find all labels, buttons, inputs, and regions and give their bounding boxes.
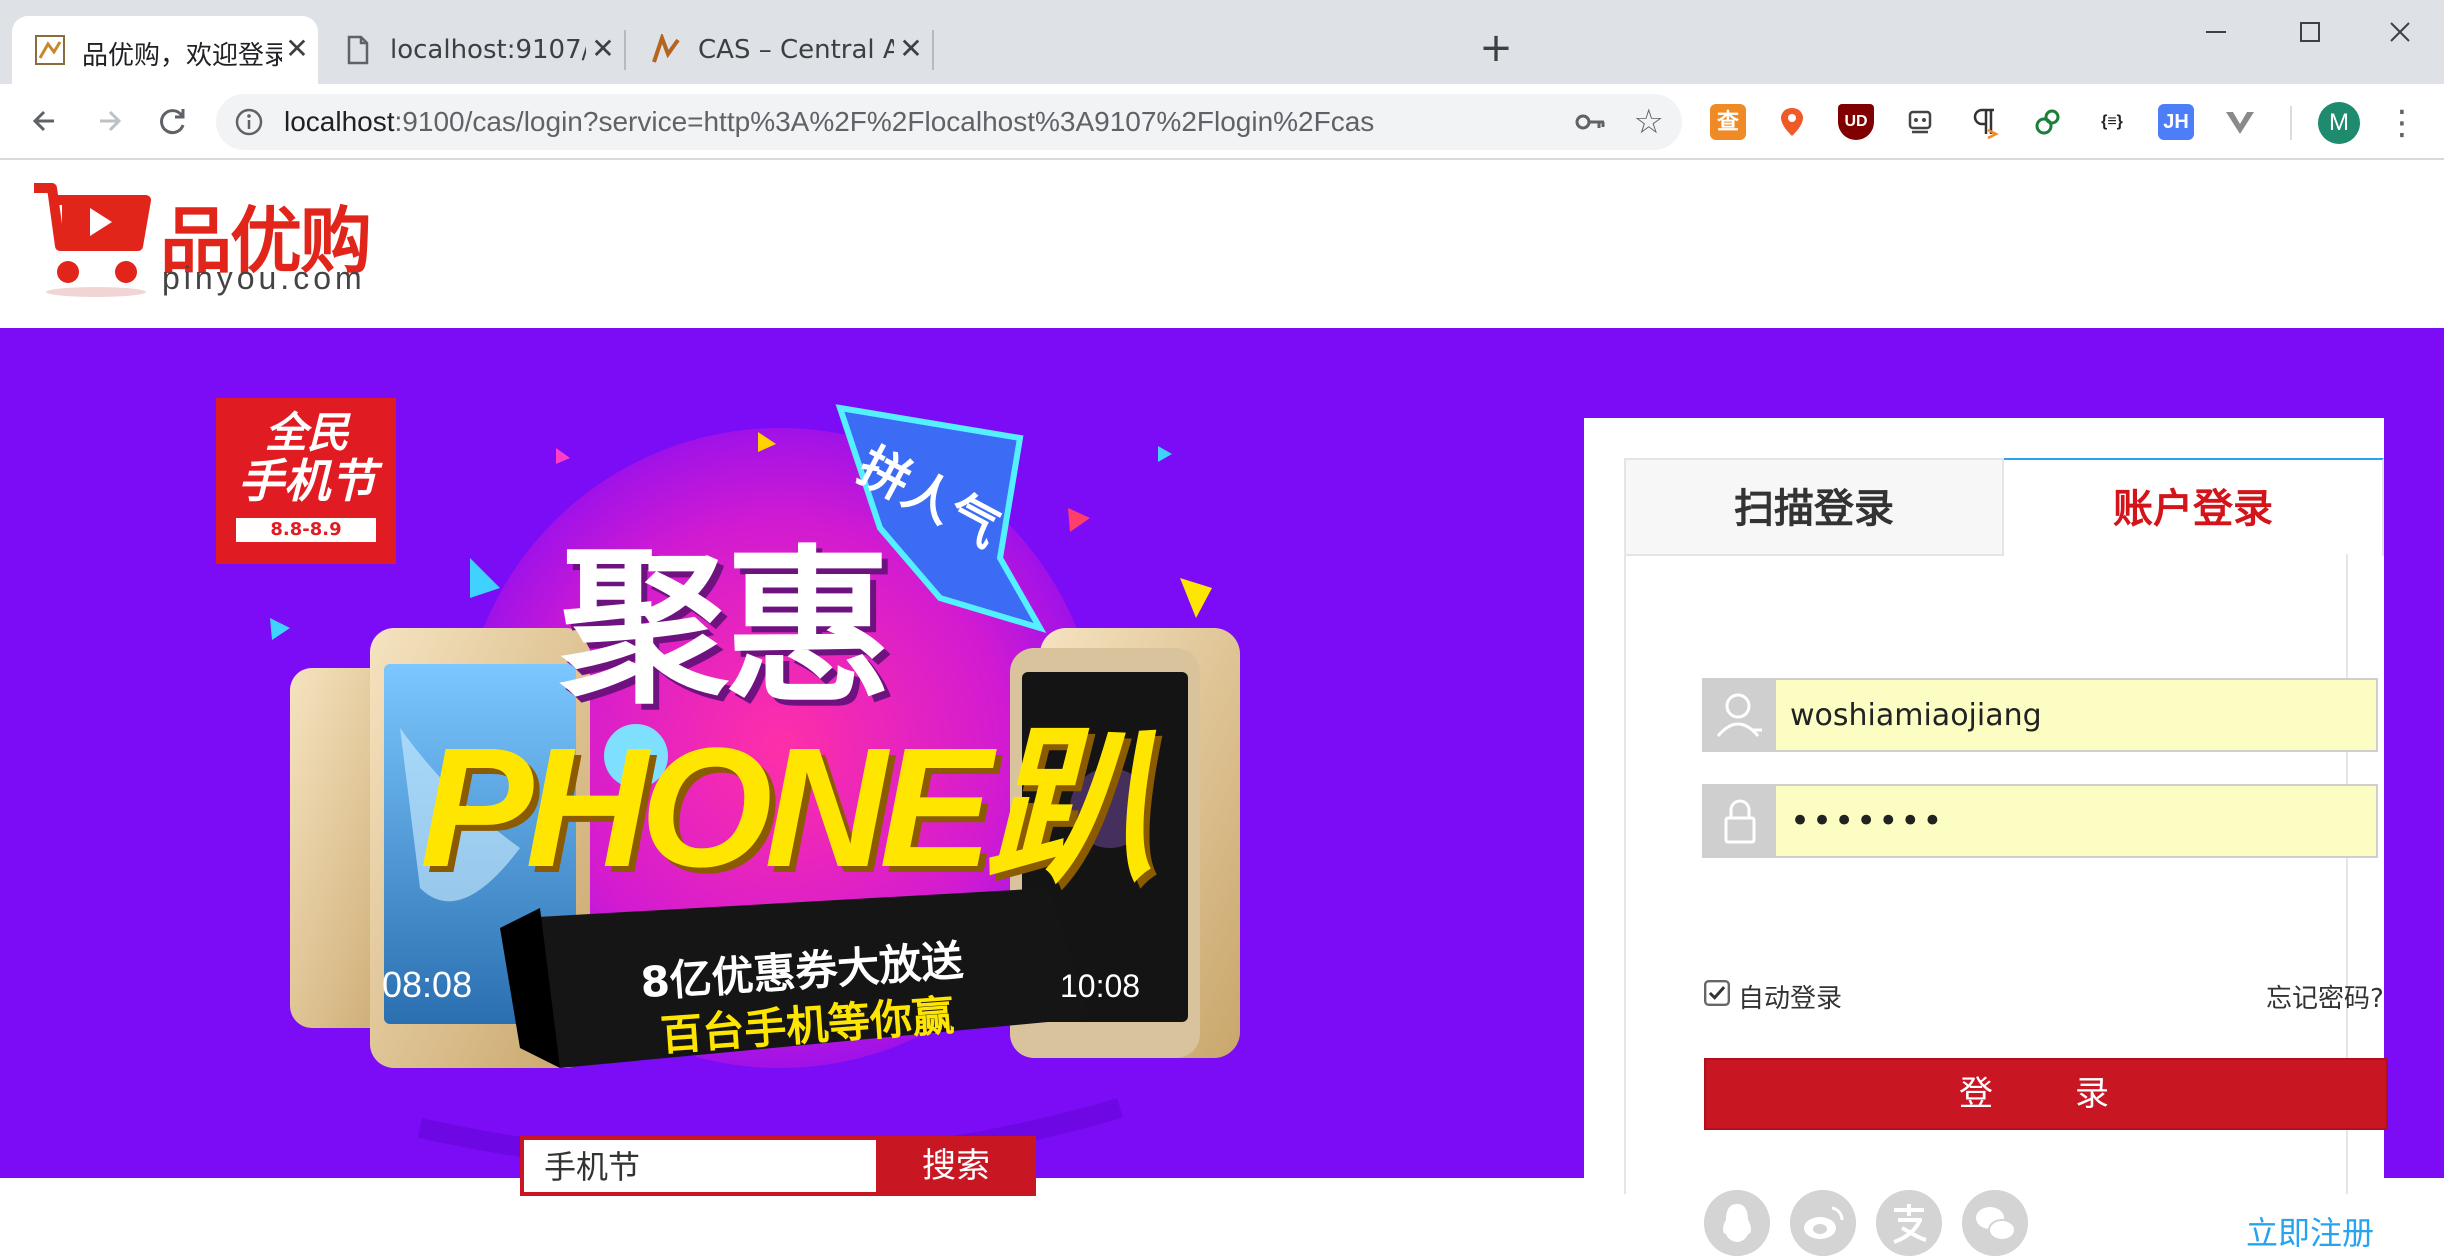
password-input[interactable] (1790, 786, 2360, 856)
cas-favicon (652, 34, 680, 63)
banner-search-button[interactable]: 搜索 (876, 1136, 1036, 1196)
reload-icon[interactable] (152, 100, 194, 142)
badge-line1: 全民 (264, 408, 349, 457)
phone-clock-left: 08:08 (382, 964, 473, 1005)
username-field[interactable] (1702, 678, 2378, 752)
json-viewer-icon[interactable]: {≡} (2094, 104, 2130, 140)
tab-account-login[interactable]: 账户登录 (2004, 458, 2384, 556)
user-icon (1704, 680, 1776, 750)
wechat-icon[interactable] (1962, 1190, 2028, 1256)
url-path: :9100/cas/login?service=http%3A%2F%2Floc… (394, 106, 1375, 137)
close-tab-icon[interactable]: ✕ (282, 34, 312, 64)
tab-title: 品优购，欢迎登录 (82, 41, 282, 71)
bookmark-star-icon[interactable]: ☆ (1634, 104, 1664, 140)
site-logo-domain: pinyou.com (162, 260, 366, 296)
url-text[interactable]: localhost:9100/cas/login?service=http%3A… (284, 106, 1374, 138)
url-host: localhost (284, 106, 395, 137)
alipay-icon[interactable] (1876, 1190, 1942, 1256)
weibo-icon[interactable] (1790, 1190, 1856, 1256)
toolbar-divider (2290, 106, 2292, 140)
pilcrow-icon[interactable] (1966, 104, 2002, 140)
login-tabs: 扫描登录 账户登录 (1624, 458, 2384, 556)
location-pin-icon[interactable] (1774, 104, 1810, 140)
tab-title: localhost:9107/cart/addGoods (390, 35, 586, 65)
login-form: 自动登录 忘记密码? 登 录 立即注册 (1624, 554, 2388, 1256)
forward-arrow-icon[interactable] (88, 100, 130, 142)
profile-avatar[interactable]: M (2318, 102, 2360, 144)
close-tab-icon[interactable]: ✕ (588, 34, 618, 64)
ublock-icon[interactable]: UD (1838, 104, 1874, 140)
page-icon (347, 35, 369, 65)
tab-cas[interactable]: CAS – Central Authentication S ✕ (628, 16, 930, 84)
badge-date: 8.8-8.9 (270, 519, 342, 540)
tab-pinyougou-login[interactable]: 品优购，欢迎登录 ✕ (12, 16, 318, 84)
cart-logo-icon[interactable] (30, 182, 152, 300)
browser-tab-strip: 品优购，欢迎登录 ✕ localhost:9107/cart/addGoods … (0, 0, 2444, 84)
close-window-icon[interactable] (2380, 12, 2420, 52)
maximize-icon[interactable] (2290, 12, 2330, 52)
green-leaf-icon[interactable] (2030, 104, 2066, 140)
robot-extension-icon[interactable] (1902, 104, 1938, 140)
lock-icon (1704, 786, 1776, 856)
browser-toolbar: localhost:9100/cas/login?service=http%3A… (0, 84, 2444, 160)
pinyougou-favicon (35, 35, 65, 65)
key-icon[interactable] (1574, 108, 1606, 136)
login-panel: 扫描登录 账户登录 自动登录 (1584, 418, 2388, 1256)
badge-line2: 手机节 (238, 454, 376, 508)
qq-icon[interactable] (1704, 1190, 1770, 1256)
new-tab-button[interactable]: + (1476, 26, 1516, 70)
tab-separator (624, 30, 626, 70)
minimize-icon[interactable] (2196, 12, 2236, 52)
banner-search-input[interactable]: 手机节 (520, 1136, 880, 1196)
auto-login-checkbox[interactable] (1704, 980, 1730, 1006)
banner-phone-text: PHONE趴 (420, 713, 1155, 903)
back-arrow-icon[interactable] (24, 100, 66, 142)
tab-title: CAS – Central Authentication S (698, 35, 894, 65)
menu-kebab-icon[interactable]: ⋮ (2384, 102, 2420, 144)
auto-login-label: 自动登录 (1738, 984, 1843, 1014)
jh-extension-icon[interactable]: JH (2158, 104, 2194, 140)
banner-headline: 聚惠 (560, 530, 892, 726)
register-link[interactable]: 立即注册 (2246, 1208, 2374, 1254)
close-tab-icon[interactable]: ✕ (896, 34, 926, 64)
site-info-icon[interactable] (234, 107, 264, 137)
username-input[interactable] (1790, 680, 2360, 750)
address-bar[interactable]: localhost:9100/cas/login?service=http%3A… (216, 94, 1682, 150)
phone-clock-right: 10:08 (1060, 968, 1141, 1004)
extension-cha-icon[interactable]: 查 (1710, 104, 1746, 140)
login-button[interactable]: 登 录 (1704, 1058, 2388, 1130)
forgot-password-link[interactable]: 忘记密码? (2266, 978, 2384, 1015)
vue-devtools-icon[interactable] (2222, 104, 2258, 140)
site-header: 品优购 pinyou.com (0, 160, 2444, 328)
password-field[interactable] (1702, 784, 2378, 858)
tab-separator (932, 30, 934, 70)
tab-scan-login[interactable]: 扫描登录 (1624, 458, 2004, 556)
tab-cart-add-goods[interactable]: localhost:9107/cart/addGoods ✕ (320, 16, 622, 84)
